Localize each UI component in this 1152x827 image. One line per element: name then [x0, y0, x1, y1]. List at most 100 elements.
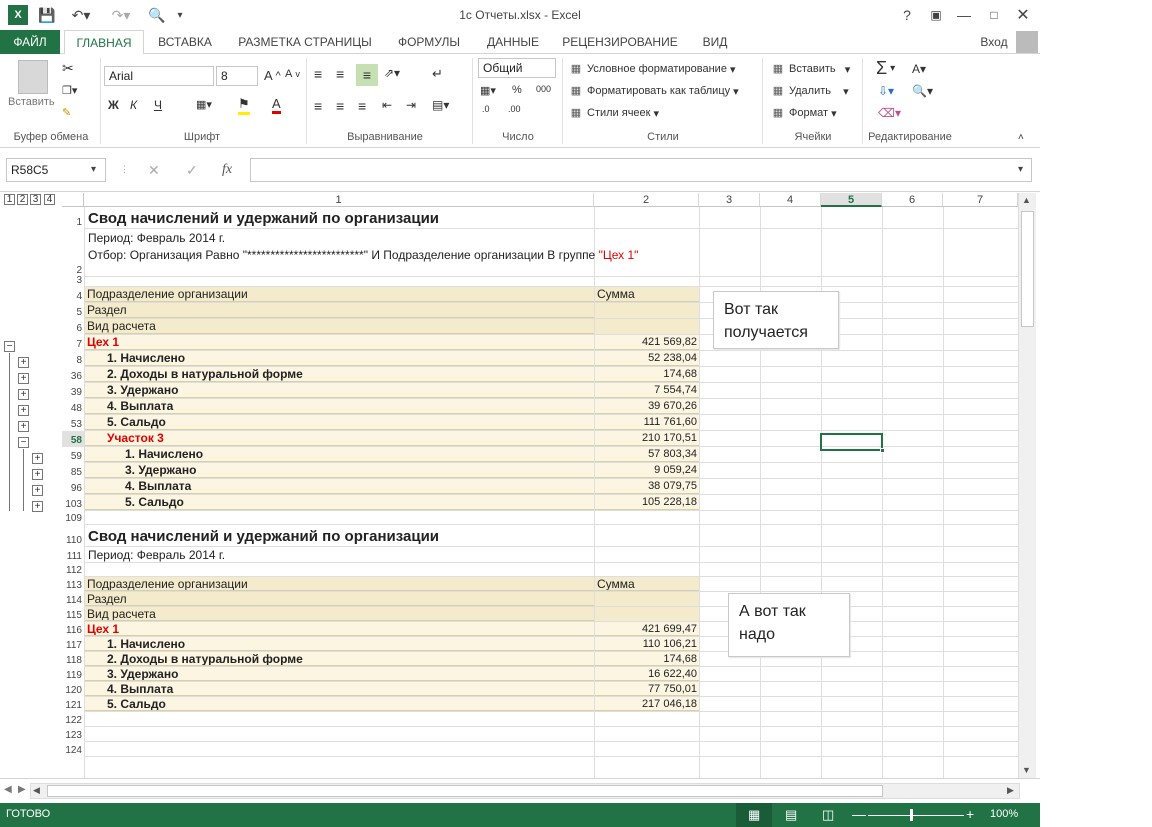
find-select-icon[interactable]: 🔍▾ — [912, 84, 933, 98]
column-header[interactable]: 2 — [594, 193, 699, 207]
report-cell-label[interactable]: 5. Сальдо — [85, 415, 594, 430]
align-left-icon[interactable]: ≡ — [314, 98, 322, 114]
row-header[interactable]: 113 — [62, 577, 84, 592]
report-cell-amount[interactable]: 39 670,26 — [595, 399, 699, 414]
row-header[interactable]: 59 — [62, 447, 84, 463]
row-header[interactable]: 109 — [62, 511, 84, 525]
sheet-nav-prev-icon[interactable]: ◀ — [4, 784, 12, 795]
tab-view[interactable]: ВИД — [690, 30, 740, 54]
tab-data[interactable]: ДАННЫЕ — [478, 30, 548, 54]
report-cell-amount[interactable]: Сумма — [595, 287, 699, 302]
report-cell-amount[interactable]: 77 750,01 — [595, 682, 699, 696]
report-cell-amount[interactable]: Сумма — [595, 577, 699, 591]
minimize-icon[interactable]: — — [950, 4, 978, 26]
font-name-box[interactable]: Arial — [104, 66, 214, 86]
report-cell-label[interactable]: Раздел — [85, 592, 594, 606]
outline-level-2[interactable]: 2 — [17, 194, 28, 205]
row-header[interactable]: 39 — [62, 383, 84, 399]
outline-collapse-button[interactable]: − — [18, 437, 29, 448]
format-as-table-button[interactable]: ▦ Форматировать как таблицу ▾ — [568, 84, 739, 98]
formula-input[interactable] — [250, 158, 1032, 182]
sign-in-link[interactable]: Вход — [972, 30, 1016, 54]
row-header[interactable]: 112 — [62, 563, 84, 577]
outline-expand-button[interactable]: + — [32, 469, 43, 480]
report-cell-amount[interactable]: 421 569,82 — [595, 335, 699, 350]
currency-icon[interactable]: ▦▾ — [480, 84, 496, 97]
name-box-dropdown-icon[interactable]: ▾ — [91, 164, 96, 175]
hscroll-thumb[interactable] — [47, 785, 883, 797]
sort-filter-icon[interactable]: A▾ — [912, 62, 926, 76]
comma-style-icon[interactable]: 000 — [536, 84, 551, 94]
shrink-font-icon[interactable]: Av — [285, 68, 300, 80]
tab-home[interactable]: ГЛАВНАЯ — [64, 30, 144, 55]
scroll-right-icon[interactable]: ▶ — [1007, 785, 1014, 796]
row-header[interactable]: 5 — [62, 303, 84, 319]
increase-indent-icon[interactable]: ⇥ — [406, 98, 416, 112]
report-cell-label[interactable]: Раздел — [85, 303, 594, 318]
report-cell-label[interactable]: 2. Доходы в натуральной форме — [85, 367, 594, 382]
scroll-up-icon[interactable]: ▲ — [1022, 195, 1031, 205]
row-header[interactable]: 3 — [62, 275, 84, 287]
report-cell-amount[interactable]: 38 079,75 — [595, 479, 699, 494]
report-cell-label[interactable]: 5. Сальдо — [85, 495, 594, 510]
row-header[interactable]: 124 — [62, 742, 84, 757]
report-title[interactable]: Свод начислений и удержаний по организац… — [86, 525, 686, 547]
increase-decimal-icon[interactable]: .0 — [482, 104, 490, 114]
row-header[interactable]: 122 — [62, 712, 84, 727]
zoom-slider-thumb[interactable] — [910, 809, 913, 821]
ribbon-display-icon[interactable]: ▣ — [922, 4, 950, 26]
report-cell-amount[interactable]: 111 761,60 — [595, 415, 699, 430]
copy-icon[interactable]: ❐▾ — [62, 84, 77, 97]
report-cell-label[interactable]: Участок 3 — [85, 431, 594, 446]
bold-button[interactable]: Ж — [108, 98, 119, 112]
tab-insert[interactable]: ВСТАВКА — [150, 30, 220, 54]
orientation-icon[interactable]: ⇗▾ — [384, 66, 400, 80]
outline-expand-button[interactable]: + — [18, 389, 29, 400]
report-period[interactable]: Период: Февраль 2014 г. — [86, 229, 698, 247]
report-cell-label[interactable]: Вид расчета — [85, 607, 594, 621]
fill-icon[interactable]: ⇩▾ — [878, 84, 894, 98]
report-cell-label[interactable]: 1. Начислено — [85, 447, 594, 462]
row-header[interactable]: 48 — [62, 399, 84, 415]
fill-color-icon[interactable]: ⚑ — [238, 96, 250, 115]
fill-handle[interactable] — [880, 448, 885, 453]
underline-button[interactable]: Ч — [154, 98, 162, 112]
insert-function-icon[interactable]: fx — [222, 162, 232, 178]
comment-note[interactable]: А вот так надо — [728, 593, 850, 657]
number-format-box[interactable]: Общий — [478, 58, 556, 78]
report-cell-label[interactable]: 2. Доходы в натуральной форме — [85, 652, 594, 666]
format-cells-button[interactable]: ▦ Формат ▾ — [770, 106, 837, 120]
percent-icon[interactable]: % — [512, 84, 522, 96]
wrap-text-icon[interactable]: ↵ — [432, 66, 443, 82]
row-header[interactable]: 85 — [62, 463, 84, 479]
tab-formulas[interactable]: ФОРМУЛЫ — [388, 30, 470, 54]
report-filter[interactable]: Отбор: Организация Равно "**************… — [86, 246, 698, 264]
row-header[interactable]: 53 — [62, 415, 84, 431]
vertical-scrollbar[interactable]: ▲ ▼ — [1018, 193, 1036, 778]
report-cell-amount[interactable]: 7 554,74 — [595, 383, 699, 398]
zoom-level[interactable]: 100% — [990, 808, 1018, 820]
borders-icon[interactable]: ▦▾ — [196, 98, 212, 111]
row-header[interactable]: 103 — [62, 495, 84, 511]
scroll-down-icon[interactable]: ▼ — [1022, 765, 1031, 775]
tab-file[interactable]: ФАЙЛ — [0, 30, 60, 54]
row-header[interactable]: 110 — [62, 525, 84, 547]
zoom-slider[interactable] — [868, 815, 964, 816]
report-cell-amount[interactable]: 52 238,04 — [595, 351, 699, 366]
row-header[interactable]: 121 — [62, 697, 84, 712]
report-cell-amount[interactable]: 110 106,21 — [595, 637, 699, 651]
report-cell-label[interactable]: 4. Выплата — [85, 399, 594, 414]
report-cell-amount[interactable] — [595, 607, 699, 621]
report-cell-amount[interactable] — [595, 319, 699, 334]
report-cell-amount[interactable]: 210 170,51 — [595, 431, 699, 446]
row-header[interactable]: 117 — [62, 637, 84, 652]
report-cell-amount[interactable]: 9 059,24 — [595, 463, 699, 478]
row-header[interactable]: 4 — [62, 287, 84, 303]
column-header[interactable]: 6 — [882, 193, 943, 207]
close-icon[interactable]: ✕ — [1009, 4, 1037, 26]
delete-cells-button[interactable]: ▦ Удалить ▾ — [770, 84, 849, 98]
report-cell-amount[interactable] — [595, 592, 699, 606]
report-cell-label[interactable]: Вид расчета — [85, 319, 594, 334]
decrease-decimal-icon[interactable]: .00 — [508, 104, 521, 114]
row-header[interactable]: 111 — [62, 547, 84, 563]
